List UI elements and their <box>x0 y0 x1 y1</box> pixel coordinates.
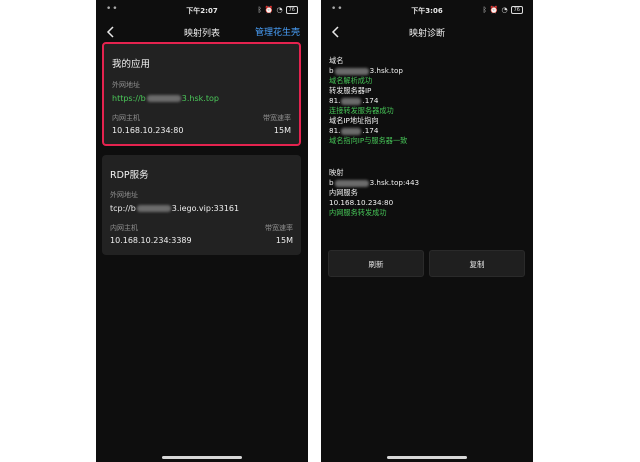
domain-ip-pointing-label: 域名IP地址指向 <box>329 116 379 125</box>
status-icons: ᛒ ⏰ ◔ 76 <box>258 6 298 14</box>
domain-value: b 3.hsk.top <box>329 66 403 75</box>
status-bar: •• 下午3:06 ᛒ ⏰ ◔ 76 <box>321 4 533 18</box>
external-address-value[interactable]: https://b 3.hsk.top <box>112 94 219 103</box>
nav-bar: 映射列表 管理花生壳 <box>96 22 308 42</box>
redaction-blur <box>146 95 181 102</box>
manage-peanut-shell-link[interactable]: 管理花生壳 <box>255 25 300 38</box>
refresh-button[interactable]: 刷新 <box>328 250 424 277</box>
alarm-icon: ⏰ <box>264 6 274 14</box>
phone-right-mapping-diagnosis: •• 下午3:06 ᛒ ⏰ ◔ 76 映射诊断 域名 b 3.hsk.top 域名… <box>321 0 533 462</box>
domain-ip-pointing-value: 81. .174 <box>329 126 379 135</box>
internal-host-label: 内网主机 <box>110 224 138 232</box>
domain-resolve-status: 域名解析成功 <box>329 76 373 85</box>
mapping-value: b 3.hsk.top:443 <box>329 178 420 187</box>
internal-service-value: 10.168.10.234:80 <box>329 198 394 207</box>
relay-server-value: 81. .174 <box>329 96 379 105</box>
wifi-icon: ◔ <box>276 6 283 14</box>
alarm-icon: ⏰ <box>489 6 499 14</box>
mapping-label: 映射 <box>329 168 344 177</box>
relay-connect-status: 连接转发服务器成功 <box>329 106 394 115</box>
phone-left-mapping-list: •• 下午2:07 ᛒ ⏰ ◔ 76 映射列表 管理花生壳 我的应用 外网地址 … <box>96 0 308 462</box>
battery-icon: 76 <box>510 6 523 14</box>
domain-label: 域名 <box>329 56 344 65</box>
copy-button[interactable]: 复制 <box>429 250 525 277</box>
card-title: RDP服务 <box>110 170 149 181</box>
page-title: 映射诊断 <box>408 29 445 39</box>
internal-host-label: 内网主机 <box>112 114 140 122</box>
diagnosis-domain-block: 域名 b 3.hsk.top 域名解析成功 转发服务器IP 81. .174 连接转… <box>329 56 407 146</box>
mapping-card-my-app[interactable]: 我的应用 外网地址 https://b 3.hsk.top 内网主机 带宽速率 1… <box>102 42 301 146</box>
external-address-value[interactable]: tcp://b 3.iego.vip:33161 <box>110 204 239 213</box>
battery-icon: 76 <box>285 6 298 14</box>
internal-host-value: 10.168.10.234:80 <box>112 126 184 135</box>
bluetooth-icon: ᛒ <box>257 6 262 14</box>
external-address-label: 外网地址 <box>112 81 140 89</box>
bandwidth-value: 15M <box>273 126 291 135</box>
relay-server-label: 转发服务器IP <box>329 86 372 95</box>
domain-ip-match-status: 域名指向IP与服务器一致 <box>329 136 408 145</box>
card-title: 我的应用 <box>112 59 151 70</box>
home-indicator[interactable] <box>162 456 242 459</box>
status-bar: •• 下午2:07 ᛒ ⏰ ◔ 76 <box>96 4 308 18</box>
bandwidth-label: 带宽速率 <box>265 224 293 232</box>
redaction-blur <box>334 179 369 187</box>
redaction-blur <box>136 205 171 212</box>
redaction-blur <box>341 97 362 105</box>
nav-bar: 映射诊断 <box>321 22 533 42</box>
bluetooth-icon: ᛒ <box>482 6 487 14</box>
wifi-icon: ◔ <box>501 6 508 14</box>
home-indicator[interactable] <box>387 456 467 459</box>
bandwidth-label: 带宽速率 <box>263 114 291 122</box>
mapping-card-rdp[interactable]: RDP服务 外网地址 tcp://b 3.iego.vip:33161 内网主机 … <box>102 155 301 255</box>
internal-forward-status: 内网服务转发成功 <box>329 208 387 217</box>
internal-host-value: 10.168.10.234:3389 <box>110 236 192 245</box>
bandwidth-value: 15M <box>275 236 293 245</box>
redaction-blur <box>341 127 362 135</box>
status-icons: ᛒ ⏰ ◔ 76 <box>483 6 523 14</box>
internal-service-label: 内网服务 <box>329 188 358 197</box>
external-address-label: 外网地址 <box>110 191 138 199</box>
redaction-blur <box>334 67 369 75</box>
diagnosis-mapping-block: 映射 b 3.hsk.top:443 内网服务 10.168.10.234:80 … <box>329 168 419 218</box>
